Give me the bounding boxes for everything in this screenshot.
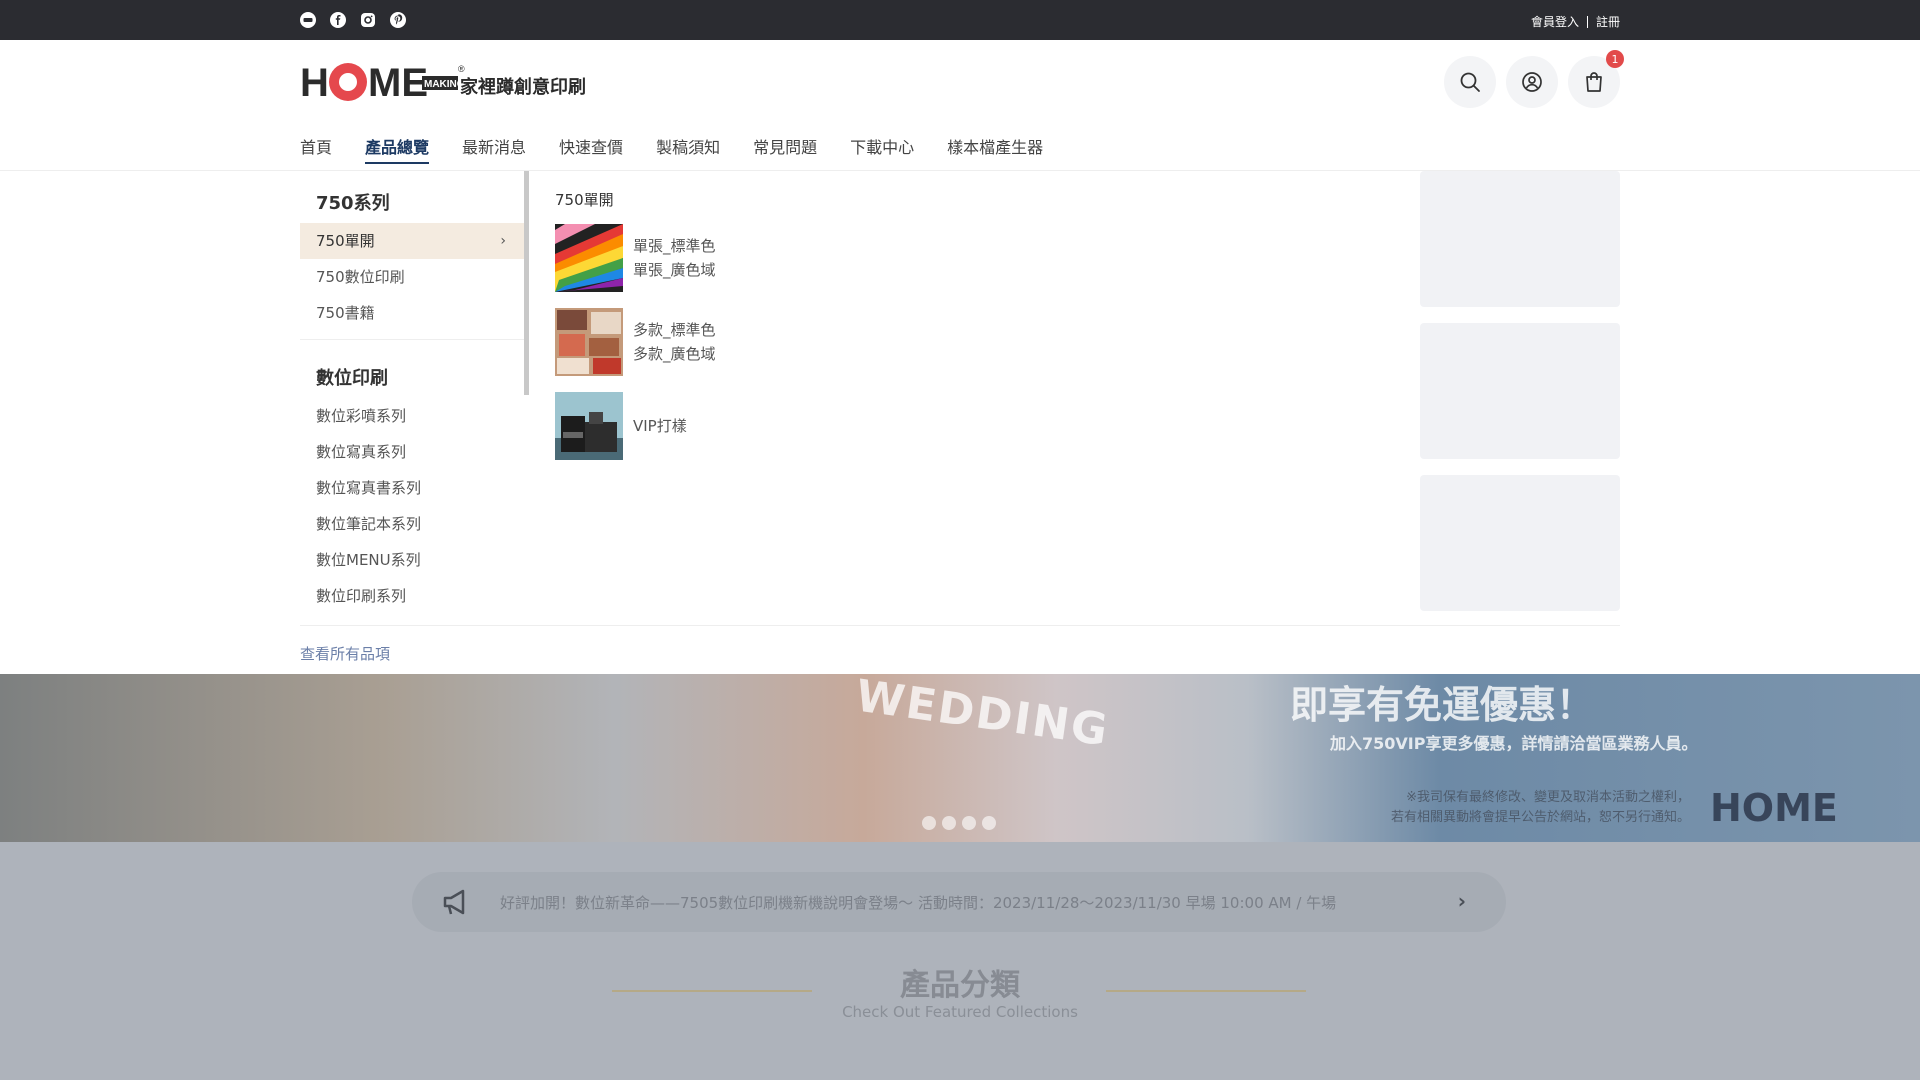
nav-prepress-guide[interactable]: 製稿須知 bbox=[656, 134, 720, 164]
cart-button[interactable]: 1 bbox=[1568, 50, 1624, 108]
hero-banner[interactable]: WEDDING 即享有免運優惠！ 加入750VIP享更多優惠，詳情請洽當區業務人… bbox=[0, 674, 1920, 842]
search-button[interactable] bbox=[1444, 56, 1496, 108]
nav-products[interactable]: 產品總覽 bbox=[365, 134, 430, 164]
divider bbox=[1586, 15, 1588, 28]
instagram-icon[interactable] bbox=[360, 12, 376, 28]
promo-placeholder bbox=[1420, 323, 1620, 459]
category-group-title: 數位印刷 bbox=[316, 368, 388, 389]
line-icon[interactable] bbox=[300, 12, 316, 28]
product-names: VIP打樣 bbox=[633, 414, 687, 438]
nav-home[interactable]: 首頁 bbox=[300, 134, 332, 164]
nav-template-generator[interactable]: 樣本檔產生器 bbox=[947, 134, 1043, 164]
carousel-dot[interactable] bbox=[922, 816, 936, 830]
promo-placeholder bbox=[1420, 475, 1620, 611]
view-all-products-link[interactable]: 查看所有品項 bbox=[300, 643, 390, 664]
chevron-right-icon[interactable]: › bbox=[1458, 889, 1466, 913]
product-item-multi[interactable]: 多款_標準色 多款_廣色域 bbox=[555, 308, 716, 376]
megaphone-icon bbox=[443, 889, 465, 915]
category-list[interactable]: 750系列 750單開 › 750數位印刷 750書籍 數位印刷 數位彩噴系列 … bbox=[300, 171, 524, 626]
category-item-inkjet[interactable]: 數位彩噴系列 bbox=[300, 398, 524, 434]
product-thumbnail bbox=[555, 308, 623, 376]
site-logo[interactable]: H ME MAKING ® 家裡蹲創意印刷 bbox=[300, 58, 600, 105]
account-links: 會員登入 註冊 bbox=[1531, 13, 1620, 30]
section-title: 產品分類 bbox=[900, 968, 1020, 1003]
category-group-title: 750系列 bbox=[316, 193, 390, 214]
carousel-dots[interactable] bbox=[922, 816, 996, 830]
banner-note-line: ※我司保有最終修改、變更及取消本活動之權利， bbox=[1406, 790, 1690, 805]
main-nav: 首頁 產品總覽 最新消息 快速查價 製稿須知 常見問題 下載中心 樣本檔產生器 bbox=[300, 134, 1076, 164]
login-link[interactable]: 會員登入 bbox=[1531, 13, 1579, 30]
nav-faq[interactable]: 常見問題 bbox=[753, 134, 817, 164]
product-name: 單張_標準色 bbox=[633, 237, 716, 255]
svg-text:®: ® bbox=[458, 64, 465, 74]
divider bbox=[300, 625, 1620, 626]
banner-promo-sub: 加入750VIP享更多優惠，詳情請洽當區業務人員。 bbox=[1330, 734, 1698, 753]
banner-text: WEDDING bbox=[852, 674, 1113, 757]
category-item-photo[interactable]: 數位寫真系列 bbox=[300, 434, 524, 470]
facebook-icon[interactable] bbox=[330, 12, 346, 28]
category-item-750-books[interactable]: 750書籍 bbox=[300, 295, 524, 331]
shopping-bag-icon bbox=[1586, 72, 1602, 92]
announcement-text: 好評加開！數位新革命——7505數位印刷機新機說明會登場～ 活動時間：2023/… bbox=[500, 894, 1337, 912]
nav-news[interactable]: 最新消息 bbox=[462, 134, 526, 164]
category-item-notebook[interactable]: 數位筆記本系列 bbox=[300, 506, 524, 542]
product-names: 單張_標準色 單張_廣色域 bbox=[633, 234, 716, 282]
divider bbox=[300, 339, 524, 340]
category-scrollbar[interactable] bbox=[524, 171, 529, 395]
banner-note-line: 若有相關異動將會提早公告於網站，恕不另行通知。 bbox=[1390, 810, 1690, 825]
category-item-digital-print[interactable]: 數位印刷系列 bbox=[300, 578, 524, 614]
site-header: H ME MAKING ® 家裡蹲創意印刷 1 首頁 產品總覽 最新消息 快速查… bbox=[0, 40, 1920, 170]
section-subtitle: Check Out Featured Collections bbox=[842, 1003, 1078, 1021]
nav-quick-quote[interactable]: 快速查價 bbox=[559, 134, 623, 164]
promo-placeholder bbox=[1420, 171, 1620, 307]
category-item-menu[interactable]: 數位MENU系列 bbox=[300, 542, 524, 578]
product-thumbnail bbox=[555, 224, 623, 292]
product-item-single[interactable]: 單張_標準色 單張_廣色域 bbox=[555, 224, 716, 292]
product-thumbnail bbox=[555, 392, 623, 460]
product-panel-title: 750單開 bbox=[555, 191, 614, 209]
chevron-right-icon: › bbox=[500, 233, 506, 249]
product-name: 多款_廣色域 bbox=[633, 345, 716, 363]
search-icon bbox=[1460, 72, 1480, 92]
svg-text:家裡蹲創意印刷: 家裡蹲創意印刷 bbox=[460, 76, 586, 98]
nav-downloads[interactable]: 下載中心 bbox=[850, 134, 914, 164]
pinterest-icon[interactable] bbox=[390, 12, 406, 28]
product-name: 單張_廣色域 bbox=[633, 261, 716, 279]
carousel-dot[interactable] bbox=[962, 816, 976, 830]
products-mega-menu: 750系列 750單開 › 750數位印刷 750書籍 數位印刷 數位彩噴系列 … bbox=[0, 170, 1920, 674]
register-link[interactable]: 註冊 bbox=[1596, 13, 1620, 30]
product-names: 多款_標準色 多款_廣色域 bbox=[633, 318, 716, 366]
category-item-750-digital[interactable]: 750數位印刷 bbox=[300, 259, 524, 295]
announcement-bar[interactable]: 好評加開！數位新革命——7505數位印刷機新機說明會登場～ 活動時間：2023/… bbox=[412, 872, 1506, 932]
category-item-750-single[interactable]: 750單開 › bbox=[300, 223, 524, 259]
product-item-vip[interactable]: VIP打樣 bbox=[555, 392, 716, 460]
svg-text:H: H bbox=[300, 61, 329, 104]
category-item-label: 750單開 bbox=[316, 232, 375, 250]
product-panel: 750單開 單張_標準色 單張_廣色域 多款_標準色 多款_廣色域 VIP打樣 bbox=[555, 189, 716, 476]
product-name: VIP打樣 bbox=[633, 417, 687, 435]
user-icon bbox=[1522, 72, 1542, 92]
account-button[interactable] bbox=[1506, 56, 1558, 108]
carousel-dot[interactable] bbox=[942, 816, 956, 830]
banner-logo: HOME bbox=[1710, 786, 1838, 830]
banner-promo: 即享有免運優惠！ bbox=[1290, 683, 1595, 727]
product-name: 多款_標準色 bbox=[633, 321, 716, 339]
top-bar: 會員登入 註冊 bbox=[0, 0, 1920, 40]
svg-text:MAKING: MAKING bbox=[424, 79, 465, 90]
category-item-photobook[interactable]: 數位寫真書系列 bbox=[300, 470, 524, 506]
banner-note: ※我司保有最終修改、變更及取消本活動之權利， 若有相關異動將會提早公告於網站，恕… bbox=[1320, 788, 1690, 828]
social-links bbox=[300, 12, 406, 28]
svg-text:ME: ME bbox=[368, 61, 428, 104]
carousel-dot[interactable] bbox=[982, 816, 996, 830]
cart-count-badge: 1 bbox=[1606, 50, 1624, 68]
